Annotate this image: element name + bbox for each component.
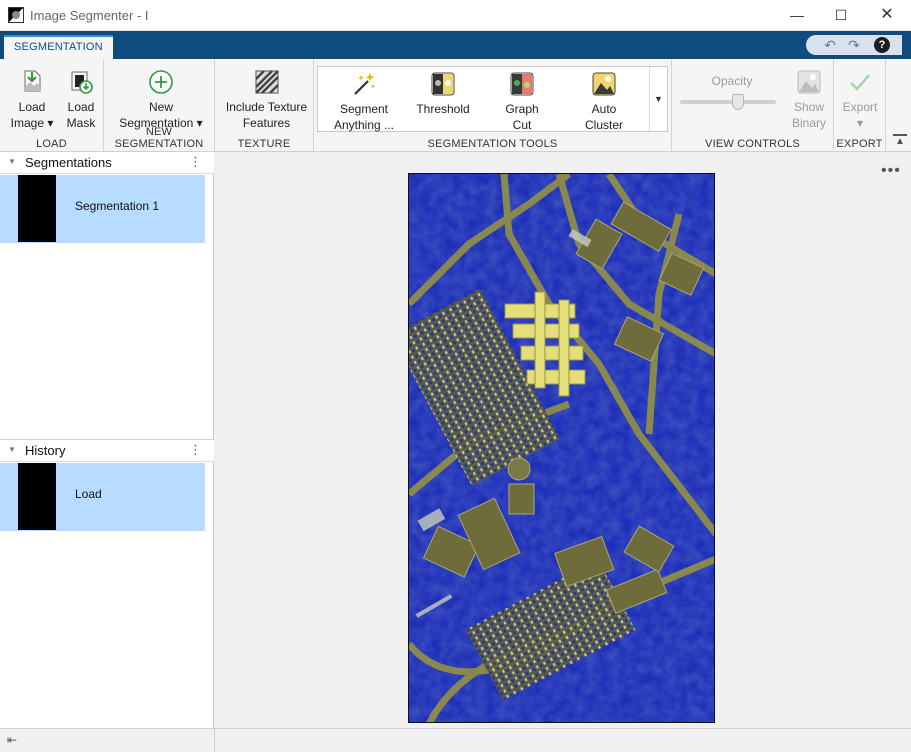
threshold-label: Threshold <box>416 102 470 116</box>
ribbon-tab-strip: SEGMENTATION <box>0 31 911 59</box>
undo-icon[interactable]: ↶ <box>820 36 840 54</box>
export-button[interactable]: Export ▾ <box>836 69 884 131</box>
include-texture-button[interactable]: Include Texture Features <box>219 69 314 131</box>
load-image-label: Load Image ▾ <box>10 100 54 130</box>
load-mask-button[interactable]: Load Mask <box>58 69 104 131</box>
redo-icon[interactable]: ↷ <box>844 36 864 54</box>
history-list-item[interactable]: Load <box>0 463 205 531</box>
gallery-expand-button[interactable]: ▼ <box>649 67 667 131</box>
more-options-icon[interactable]: ••• <box>881 162 901 180</box>
history-thumbnail <box>18 463 56 530</box>
segmentation-image[interactable] <box>408 173 715 723</box>
opacity-label: Opacity <box>711 74 753 88</box>
section-new-segmentation: New Segmentation ▾ NEW SEGMENTATION <box>104 59 215 152</box>
segmentation-list-item[interactable]: Segmentation 1 <box>0 175 205 243</box>
help-icon[interactable]: ? <box>874 37 890 53</box>
opacity-slider[interactable] <box>680 100 776 104</box>
section-texture: Include Texture Features TEXTURE <box>215 59 314 152</box>
toolstrip: Load Image ▾ Load Mask LOAD New Segmenta… <box>0 59 911 152</box>
texture-icon <box>254 69 280 95</box>
auto-cluster-label: Auto Cluster <box>584 102 623 132</box>
section-label-load: LOAD <box>36 138 67 150</box>
quick-access-toolbar: ↶ ↷ ? <box>806 35 902 55</box>
section-export: Export ▾ EXPORT <box>834 59 886 152</box>
status-divider <box>214 729 215 752</box>
add-circle-icon <box>148 69 174 95</box>
segmentations-title: Segmentations <box>25 155 112 170</box>
image-canvas: ••• <box>215 152 911 728</box>
threshold-icon <box>430 71 456 97</box>
section-label-segmentation-tools: SEGMENTATION TOOLS <box>427 138 558 150</box>
load-image-icon <box>19 69 45 95</box>
include-texture-label: Include Texture Features <box>225 100 308 130</box>
history-item-label: Load <box>75 487 102 501</box>
graph-cut-icon <box>509 71 535 97</box>
segmentation-item-label: Segmentation 1 <box>75 199 160 213</box>
segmentation-thumbnail <box>18 175 56 242</box>
segmentations-panel-header: ▼ Segmentations ⋮ <box>0 152 214 174</box>
collapse-panel-icon[interactable]: ⇤ <box>7 733 17 747</box>
section-label-new-segmentation: NEW SEGMENTATION <box>114 126 204 150</box>
tab-segmentation[interactable]: SEGMENTATION <box>4 35 113 59</box>
show-binary-button[interactable]: Show Binary <box>784 69 834 131</box>
new-segmentation-button[interactable]: New Segmentation ▾ <box>112 69 210 131</box>
export-label: Export ▾ <box>842 100 878 130</box>
history-panel-header: ▼ History ⋮ <box>0 440 214 462</box>
graph-cut-label: Graph Cut <box>505 102 539 132</box>
section-view-controls: Opacity Show Binary VIEW CONTROLS <box>672 59 834 152</box>
maximize-button[interactable]: ☐ <box>818 0 864 30</box>
section-label-view-controls: VIEW CONTROLS <box>705 138 800 150</box>
app-icon <box>8 7 24 23</box>
segmentation-tools-gallery: Segment Anything ... Threshold Graph Cut… <box>317 66 668 132</box>
auto-cluster-icon <box>591 71 617 97</box>
show-binary-icon <box>796 69 822 95</box>
checkmark-icon <box>847 69 873 95</box>
aerial-image <box>409 174 714 722</box>
show-binary-label: Show Binary <box>791 100 826 130</box>
opacity-slider-thumb[interactable] <box>731 94 744 110</box>
magic-wand-icon <box>351 71 377 97</box>
history-title: History <box>25 443 66 458</box>
threshold-button[interactable]: Threshold <box>410 71 476 117</box>
title-bar: Image Segmenter - I — ☐ ✕ <box>0 0 911 31</box>
minimize-button[interactable]: — <box>774 0 820 30</box>
collapse-caret-icon[interactable]: ▼ <box>8 157 16 166</box>
left-panel: ▼ Segmentations ⋮ Segmentation 1 ▼ Histo… <box>0 152 214 728</box>
load-mask-icon <box>68 69 94 95</box>
auto-cluster-button[interactable]: Auto Cluster <box>572 71 636 133</box>
segmentations-menu-icon[interactable]: ⋮ <box>189 154 202 170</box>
window-title: Image Segmenter - I <box>30 8 149 23</box>
segment-anything-label: Segment Anything ... <box>333 102 395 132</box>
section-load: Load Image ▾ Load Mask LOAD <box>0 59 104 152</box>
segment-anything-button[interactable]: Segment Anything ... <box>332 71 396 133</box>
close-button[interactable]: ✕ <box>864 0 910 30</box>
collapse-caret-icon[interactable]: ▼ <box>8 445 16 454</box>
load-image-button[interactable]: Load Image ▾ <box>4 69 60 131</box>
history-menu-icon[interactable]: ⋮ <box>189 442 202 458</box>
section-label-export: EXPORT <box>836 138 883 150</box>
load-mask-label: Load Mask <box>66 100 96 130</box>
graph-cut-button[interactable]: Graph Cut <box>494 71 550 133</box>
section-label-texture: TEXTURE <box>237 138 291 150</box>
status-bar: ⇤ <box>0 728 911 752</box>
collapse-toolstrip-icon[interactable]: ▲ <box>893 134 907 148</box>
